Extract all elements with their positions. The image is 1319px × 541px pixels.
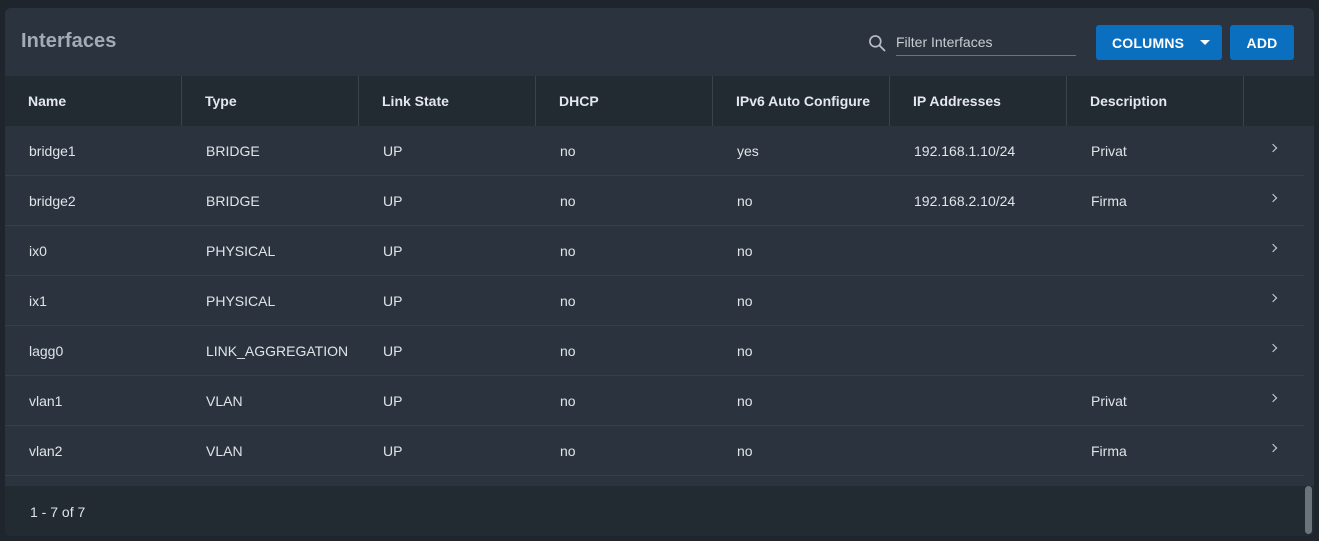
table-header: Name Type Link State DHCP IPv6 Auto Conf… [5,76,1314,126]
search-icon [869,35,886,52]
cell-name: lagg0 [29,342,64,359]
cell-name: bridge2 [29,192,76,209]
expand-row-button[interactable] [1244,326,1304,375]
cell-description [1067,276,1244,325]
chevron-right-icon [1268,443,1278,452]
cell-description: Firma [1091,442,1127,459]
cell-description [1067,226,1244,275]
column-header-type[interactable]: Type [182,76,359,126]
table-row[interactable]: bridge2 BRIDGE UP no no 192.168.2.10/24 … [5,176,1304,226]
expand-row-button[interactable] [1244,226,1304,275]
cell-link-state: UP [383,342,403,359]
cell-type: BRIDGE [206,192,260,209]
cell-dhcp: no [560,242,576,259]
cell-description: Firma [1091,192,1127,209]
cell-ipv6: no [737,192,753,209]
cell-ipv6: no [737,292,753,309]
chevron-right-icon [1268,293,1278,302]
table-row[interactable]: vlan1 VLAN UP no no Privat [5,376,1304,426]
cell-name: ix0 [29,242,47,259]
cell-description: Privat [1091,392,1127,409]
table-row[interactable]: lagg0 LINK_AGGREGATION UP no no [5,326,1304,376]
expand-row-button[interactable] [1244,426,1304,475]
cell-name: ix1 [29,292,47,309]
cell-dhcp: no [560,342,576,359]
table-row[interactable]: bridge1 BRIDGE UP no yes 192.168.1.10/24… [5,126,1304,176]
cell-dhcp: no [560,392,576,409]
column-header-description[interactable]: Description [1067,76,1244,126]
cell-ip-addresses [890,426,1067,475]
table-row[interactable]: ix0 PHYSICAL UP no no [5,226,1304,276]
columns-button-label: COLUMNS [1112,34,1185,51]
cell-link-state: UP [383,292,403,309]
cell-ipv6: no [737,392,753,409]
cell-ip-addresses: 192.168.1.10/24 [914,142,1016,159]
table-body: bridge1 BRIDGE UP no yes 192.168.1.10/24… [5,126,1304,476]
cell-type: PHYSICAL [206,292,276,309]
table-row[interactable]: vlan2 VLAN UP no no Firma [5,426,1304,476]
cell-link-state: UP [383,442,403,459]
table-footer: 1 - 7 of 7 [5,486,1314,536]
interfaces-card: Interfaces COLUMNS ADD Name Type Link St… [5,8,1314,536]
column-header-link-state[interactable]: Link State [359,76,536,126]
cell-ipv6: no [737,442,753,459]
expand-row-button[interactable] [1244,126,1304,175]
chevron-right-icon [1268,243,1278,252]
cell-ipv6: no [737,342,753,359]
page-title: Interfaces [21,30,117,52]
scrollbar[interactable] [1305,486,1312,534]
chevron-right-icon [1268,393,1278,402]
expand-row-button[interactable] [1244,376,1304,425]
cell-dhcp: no [560,442,576,459]
cell-type: PHYSICAL [206,242,276,259]
cell-link-state: UP [383,392,403,409]
cell-type: VLAN [206,392,243,409]
toolbar: Interfaces COLUMNS ADD [5,8,1314,76]
table-row[interactable]: ix1 PHYSICAL UP no no [5,276,1304,326]
cell-description [1067,326,1244,375]
chevron-right-icon [1268,143,1278,152]
columns-button[interactable]: COLUMNS [1096,25,1222,60]
column-header-ipv6-auto-configure[interactable]: IPv6 Auto Configure [713,76,890,126]
cell-type: BRIDGE [206,142,260,159]
cell-name: vlan2 [29,442,63,459]
column-header-ip-addresses[interactable]: IP Addresses [890,76,1067,126]
expand-row-button[interactable] [1244,276,1304,325]
cell-type: LINK_AGGREGATION [206,342,349,359]
cell-dhcp: no [560,142,576,159]
cell-type: VLAN [206,442,243,459]
cell-ip-addresses: 192.168.2.10/24 [914,192,1016,209]
cell-dhcp: no [560,192,576,209]
chevron-right-icon [1268,343,1278,352]
column-header-dhcp[interactable]: DHCP [536,76,713,126]
chevron-right-icon [1268,193,1278,202]
cell-ipv6: yes [737,142,759,159]
cell-ip-addresses [890,276,1067,325]
cell-ip-addresses [890,326,1067,375]
cell-link-state: UP [383,192,403,209]
cell-ip-addresses [890,226,1067,275]
pagination-label: 1 - 7 of 7 [30,504,86,520]
column-header-actions [1244,76,1313,126]
cell-ip-addresses [890,376,1067,425]
add-button[interactable]: ADD [1230,25,1294,60]
cell-link-state: UP [383,242,403,259]
cell-dhcp: no [560,292,576,309]
chevron-down-icon [1200,40,1210,45]
cell-description: Privat [1091,142,1127,159]
cell-name: bridge1 [29,142,76,159]
cell-ipv6: no [737,242,753,259]
cell-name: vlan1 [29,392,63,409]
expand-row-button[interactable] [1244,176,1304,225]
column-header-name[interactable]: Name [5,76,182,126]
filter-interfaces-input[interactable] [896,32,1076,56]
cell-link-state: UP [383,142,403,159]
